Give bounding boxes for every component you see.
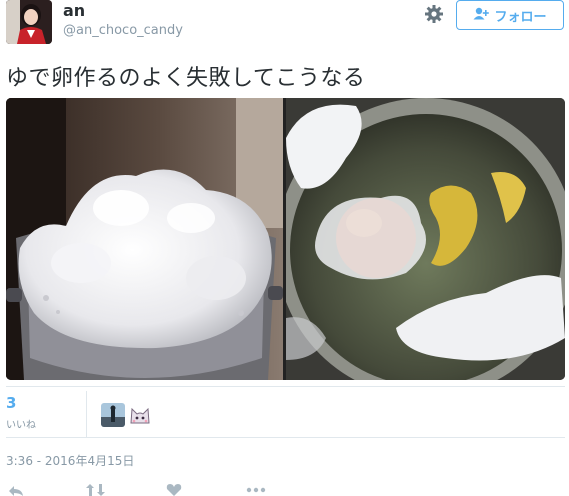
tweet-media[interactable] — [6, 98, 565, 380]
user-avatar[interactable] — [6, 0, 52, 44]
follow-button[interactable]: フォロー — [456, 0, 564, 30]
stats-separator — [86, 391, 87, 437]
like-icon[interactable] — [166, 484, 182, 496]
tweet-stats: 3 いいね — [6, 391, 565, 437]
likes-label[interactable]: いいね — [6, 416, 36, 431]
tweet-actions — [0, 484, 569, 496]
photo-pot-foam[interactable] — [6, 98, 283, 380]
tweet-header: an @an_choco_candy フォロー — [0, 0, 569, 52]
more-icon[interactable] — [246, 484, 266, 496]
likes-count[interactable]: 3 — [6, 394, 16, 412]
follow-person-icon — [473, 7, 490, 24]
user-display-name[interactable]: an — [63, 1, 85, 20]
stats-bottom-divider — [6, 437, 565, 438]
liker-avatar[interactable] — [128, 403, 152, 427]
photo-egg-in-water[interactable] — [276, 98, 565, 380]
gear-icon[interactable] — [424, 4, 444, 24]
user-handle[interactable]: @an_choco_candy — [63, 23, 183, 38]
tweet-text: ゆで卵作るのよく失敗してこうなる — [6, 66, 366, 91]
retweet-icon[interactable] — [86, 484, 106, 496]
stats-top-divider — [6, 386, 565, 387]
follow-button-label: フォロー — [494, 9, 547, 25]
liker-avatar[interactable] — [101, 403, 125, 427]
reply-icon[interactable] — [8, 484, 24, 496]
tweet-timestamp[interactable]: 3:36 - 2016年4月15日 — [6, 452, 134, 469]
